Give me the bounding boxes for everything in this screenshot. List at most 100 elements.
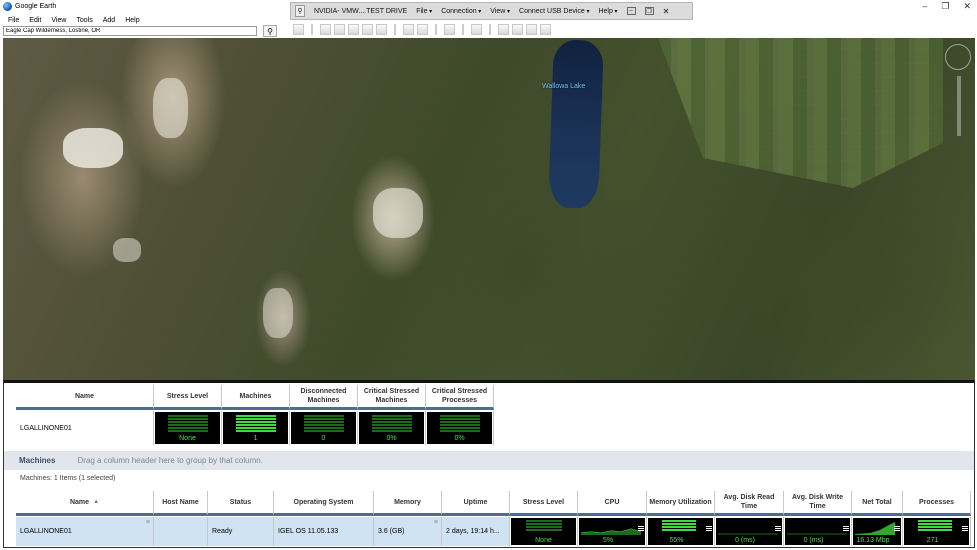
col-cpu[interactable]: CPU — [578, 491, 647, 516]
menu-view[interactable]: View — [51, 17, 66, 24]
machine-stress-value: None — [535, 537, 552, 544]
ruler-icon[interactable] — [471, 24, 482, 35]
minimize-icon[interactable]: – — [922, 1, 927, 12]
vmware-menu-help[interactable]: Help — [598, 8, 617, 15]
placemark-icon[interactable] — [320, 24, 331, 35]
farm-fields — [658, 38, 943, 188]
vmware-menu-view[interactable]: View — [490, 8, 510, 15]
cell-menu-icon[interactable] — [894, 526, 900, 532]
col-disconnected-machines[interactable]: Disconnected Machines — [290, 385, 358, 410]
search-icon[interactable]: ⚲ — [263, 25, 277, 37]
summary-name: LGALLINONE01 — [16, 411, 154, 445]
machine-uptime: 2 days, 19:14 h... — [442, 517, 510, 546]
stress-level-meter: None — [154, 411, 222, 445]
vmware-menu-connection[interactable]: Connection — [441, 8, 481, 15]
col-machines[interactable]: Machines — [222, 385, 290, 410]
disconnected-meter: 0 — [290, 411, 358, 445]
menu-file[interactable]: File — [8, 17, 19, 24]
polygon-icon[interactable] — [334, 24, 345, 35]
zoom-slider[interactable] — [957, 76, 961, 136]
search-input[interactable] — [3, 26, 257, 36]
col-net-total[interactable]: Net Total — [852, 491, 903, 516]
path-icon[interactable] — [348, 24, 359, 35]
machine-host-name — [154, 517, 208, 546]
disk-read-value: 0 (ms) — [735, 537, 755, 544]
vmware-minimize-icon[interactable]: – — [626, 7, 636, 15]
critical-processes-value: 0% — [454, 435, 465, 442]
processes-value: 271 — [926, 537, 939, 544]
col-memory[interactable]: Memory — [374, 491, 442, 516]
window-controls: – ❐ ✕ — [922, 1, 971, 12]
snow-patch — [153, 78, 188, 138]
col-stress-level[interactable]: Stress Level — [510, 491, 578, 516]
net-total-value: 16.13 Mbp — [856, 537, 890, 544]
vmware-menu-usb[interactable]: Connect USB Device — [519, 8, 589, 15]
google-earth-icon — [3, 2, 12, 11]
row-menu-icon[interactable]: ≡ — [434, 518, 438, 527]
summary-row[interactable]: LGALLINONE01 None 1 0 0% 0% — [16, 411, 494, 445]
machines-value: 1 — [253, 435, 258, 442]
menu-help[interactable]: Help — [125, 17, 139, 24]
machine-memory: 3.6 (GB) ≡ — [374, 517, 442, 546]
machine-cpu-meter: 5% — [578, 517, 647, 546]
table-row[interactable]: LGALLINONE01 ≡ Ready IGEL OS 11.05.133 3.… — [16, 517, 971, 546]
row-menu-icon[interactable]: ≡ — [146, 518, 150, 527]
cell-menu-icon[interactable] — [962, 526, 968, 532]
historical-imagery-icon[interactable] — [403, 24, 414, 35]
col-critical-stressed-processes[interactable]: Critical Stressed Processes — [426, 385, 494, 410]
machine-os: IGEL OS 11.05.133 — [274, 517, 374, 546]
save-image-icon[interactable] — [526, 24, 537, 35]
disk-write-value: 0 (ms) — [803, 537, 824, 544]
toolbar-separator — [489, 24, 491, 35]
disk-read-sparkline — [718, 533, 778, 535]
vmware-menu-file[interactable]: File — [416, 8, 432, 15]
sort-asc-icon: ▲ — [93, 498, 100, 505]
overlay-icon[interactable] — [362, 24, 373, 35]
mem-util-value: 55% — [669, 537, 684, 544]
close-icon[interactable]: ✕ — [963, 1, 971, 12]
col-name[interactable]: Name — [16, 385, 154, 410]
col-avg-disk-read-time[interactable]: Avg. Disk Read Time — [715, 491, 784, 516]
machine-disk-read-meter: 0 (ms) — [715, 517, 784, 546]
col-critical-stressed-machines[interactable]: Critical Stressed Machines — [358, 385, 426, 410]
col-status[interactable]: Status — [208, 491, 274, 516]
pin-icon[interactable]: ⚲ — [295, 5, 305, 17]
sunlight-icon[interactable] — [417, 24, 428, 35]
net-total-sparkline — [855, 522, 895, 535]
machine-status: Ready — [208, 517, 274, 546]
col-avg-disk-write-time[interactable]: Avg. Disk Write Time — [784, 491, 852, 516]
view-in-maps-icon[interactable] — [540, 24, 551, 35]
maximize-icon[interactable]: ❐ — [941, 1, 949, 12]
machine-processes-meter: 271 — [903, 517, 971, 546]
monitoring-panel: Name Stress Level Machines Disconnected … — [3, 380, 975, 548]
col-name[interactable]: Name ▲ — [16, 491, 154, 516]
tour-icon[interactable] — [376, 24, 387, 35]
machine-disk-write-meter: 0 (ms) — [784, 517, 852, 546]
print-icon[interactable] — [512, 24, 523, 35]
col-memory-utilization[interactable]: Memory Utilization — [647, 491, 715, 516]
compass-icon[interactable] — [945, 44, 971, 70]
menu-bar: File Edit View Tools Add Help — [0, 14, 140, 26]
cell-menu-icon[interactable] — [775, 526, 781, 532]
cell-menu-icon[interactable] — [638, 526, 644, 532]
col-operating-system[interactable]: Operating System — [274, 491, 374, 516]
col-uptime[interactable]: Uptime — [442, 491, 510, 516]
menu-edit[interactable]: Edit — [29, 17, 41, 24]
col-processes[interactable]: Processes — [903, 491, 971, 516]
map-view[interactable]: Wallowa Lake — [3, 38, 975, 380]
summary-header: Name Stress Level Machines Disconnected … — [16, 385, 494, 410]
group-by-bar[interactable]: Machines Drag a column header here to gr… — [4, 451, 974, 470]
menu-tools[interactable]: Tools — [76, 17, 92, 24]
critical-machines-meter: 0% — [358, 411, 426, 445]
map-place-label[interactable]: Wallowa Lake — [542, 83, 585, 90]
vmware-restore-icon[interactable]: ❐ — [644, 7, 654, 15]
cell-menu-icon[interactable] — [706, 526, 712, 532]
col-stress-level[interactable]: Stress Level — [154, 385, 222, 410]
menu-add[interactable]: Add — [103, 17, 115, 24]
vmware-close-icon[interactable]: ✕ — [663, 7, 670, 16]
cell-menu-icon[interactable] — [843, 526, 849, 532]
planets-icon[interactable] — [444, 24, 455, 35]
col-host-name[interactable]: Host Name — [154, 491, 208, 516]
sidebar-toggle-icon[interactable] — [293, 24, 304, 35]
email-icon[interactable] — [498, 24, 509, 35]
